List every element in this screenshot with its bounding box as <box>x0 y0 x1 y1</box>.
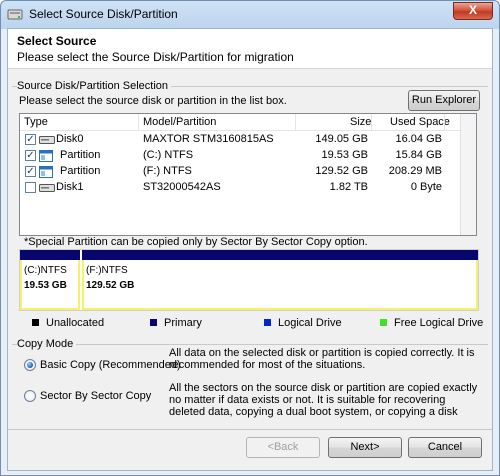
column-size[interactable]: Size <box>350 116 371 128</box>
partition-icon <box>39 150 53 162</box>
page-subtitle: Please select the Source Disk/Partition … <box>17 50 294 64</box>
disk-map: (C:)NTFS 19.53 GB (F:)NTFS 129.52 GB <box>19 249 479 311</box>
legend-primary: Primary <box>150 317 202 329</box>
segment-size: 19.53 GB <box>24 280 67 291</box>
row-checkbox[interactable] <box>25 182 36 193</box>
window-title: Select Source Disk/Partition <box>29 7 178 21</box>
close-button[interactable]: X <box>453 2 493 20</box>
row-model: ST32000542AS <box>143 181 221 193</box>
row-used: 208.29 MB <box>388 165 442 177</box>
legend-swatch <box>150 319 157 326</box>
list-vertical-scrollbar[interactable] <box>460 114 476 235</box>
legend-swatch <box>380 319 387 326</box>
basic-copy-label[interactable]: Basic Copy (Recommended) <box>40 359 181 371</box>
partition-icon <box>39 166 53 178</box>
segment-name: (F:)NTFS <box>86 265 128 276</box>
dialog-body: Select Source Please select the Source D… <box>7 28 493 471</box>
legend-swatch <box>32 319 39 326</box>
row-type: Partition <box>60 149 101 161</box>
disk-app-icon <box>7 9 23 20</box>
row-model: (F:) NTFS <box>143 165 192 177</box>
special-partition-note: *Special Partition can be copied only by… <box>24 236 368 248</box>
basic-copy-description: All data on the selected disk or partiti… <box>169 347 475 371</box>
row-used: 0 Byte <box>410 181 442 193</box>
row-type: Disk0 <box>56 133 84 145</box>
row-used: 15.84 GB <box>395 149 442 161</box>
sector-copy-label[interactable]: Sector By Sector Copy <box>40 390 151 402</box>
row-checkbox[interactable]: ✓ <box>25 134 36 145</box>
row-size: 19.53 GB <box>321 149 368 161</box>
row-used: 16.04 GB <box>395 133 442 145</box>
group-divider <box>12 344 488 345</box>
list-row-partition-c[interactable]: ✓ Partition (C:) NTFS 19.53 GB 15.84 GB <box>20 148 476 164</box>
disk-partition-list[interactable]: Type Model/Partition Size Used Space ✓ D… <box>19 113 477 236</box>
column-model[interactable]: Model/Partition <box>143 116 216 128</box>
copy-mode-label: Copy Mode <box>17 338 77 350</box>
column-type[interactable]: Type <box>24 116 48 128</box>
list-row-partition-f[interactable]: ✓ Partition (F:) NTFS 129.52 GB 208.29 M… <box>20 164 476 180</box>
legend-label: Unallocated <box>46 317 105 329</box>
cancel-button[interactable]: Cancel <box>408 437 482 458</box>
row-model: (C:) NTFS <box>143 149 194 161</box>
list-row-disk1[interactable]: Disk1 ST32000542AS 1.82 TB 0 Byte <box>20 180 476 196</box>
title-bar[interactable]: Select Source Disk/Partition X <box>1 1 499 27</box>
row-checkbox[interactable]: ✓ <box>25 150 36 161</box>
row-model: MAXTOR STM3160815AS <box>143 133 274 145</box>
list-header: Type Model/Partition Size Used Space <box>20 114 476 131</box>
footer-divider <box>8 429 492 430</box>
segment-frame <box>82 260 478 310</box>
page-title: Select Source <box>17 34 97 48</box>
row-checkbox[interactable]: ✓ <box>25 166 36 177</box>
row-type: Disk1 <box>56 181 84 193</box>
close-icon: X <box>468 3 477 17</box>
basic-copy-radio[interactable] <box>24 359 36 371</box>
run-explorer-button[interactable]: Run Explorer <box>408 90 480 111</box>
legend-label: Primary <box>164 317 202 329</box>
column-used-space[interactable]: Used Space <box>390 116 450 128</box>
column-separator <box>138 114 139 131</box>
legend-swatch <box>264 319 271 326</box>
legend-label: Free Logical Drive <box>394 317 484 329</box>
primary-bar <box>82 250 478 260</box>
selection-group-label: Source Disk/Partition Selection <box>17 80 172 92</box>
legend-free-logical-drive: Free Logical Drive <box>380 317 483 329</box>
row-type: Partition <box>60 165 101 177</box>
dialog-window: Select Source Disk/Partition X Select So… <box>0 0 500 476</box>
back-button[interactable]: <Back <box>246 437 320 458</box>
hard-disk-icon <box>39 136 55 144</box>
list-row-disk0[interactable]: ✓ Disk0 MAXTOR STM3160815AS 149.05 GB 16… <box>20 132 476 148</box>
next-button[interactable]: Next> <box>328 437 402 458</box>
primary-bar <box>20 250 80 260</box>
disk-map-segment-f[interactable]: (F:)NTFS 129.52 GB <box>82 250 478 310</box>
hard-disk-icon <box>39 184 55 192</box>
column-separator <box>444 114 445 131</box>
legend-unallocated: Unallocated <box>32 317 104 329</box>
legend-logical-drive: Logical Drive <box>264 317 342 329</box>
column-separator <box>371 114 372 131</box>
segment-name: (C:)NTFS <box>24 265 67 276</box>
wizard-header: Select Source Please select the Source D… <box>8 29 492 69</box>
selection-instruction: Please select the source disk or partiti… <box>19 95 287 107</box>
row-size: 1.82 TB <box>329 181 368 193</box>
disk-map-segment-c[interactable]: (C:)NTFS 19.53 GB <box>20 250 80 310</box>
sector-copy-description: All the sectors on the source disk or pa… <box>169 382 478 418</box>
row-size: 149.05 GB <box>315 133 368 145</box>
segment-size: 129.52 GB <box>86 280 135 291</box>
column-separator <box>295 114 296 131</box>
row-size: 129.52 GB <box>315 165 368 177</box>
sector-copy-radio[interactable] <box>24 390 36 402</box>
legend-label: Logical Drive <box>278 317 342 329</box>
